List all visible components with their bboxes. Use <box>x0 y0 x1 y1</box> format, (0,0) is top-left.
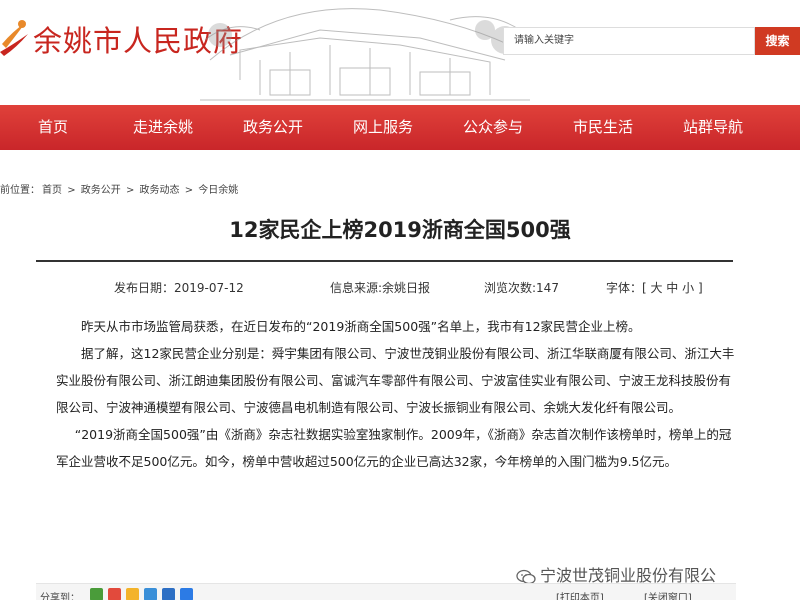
share-label: 分享到： <box>40 593 80 600</box>
nav-item-home[interactable]: 首页 <box>38 105 68 150</box>
share-qzone-icon[interactable] <box>126 588 139 600</box>
article-paragraph: 昨天从市市场监管局获悉，在近日发布的“2019浙商全国500强”名单上，我市有1… <box>81 319 641 334</box>
breadcrumb-item-news[interactable]: 政务动态 <box>140 185 180 196</box>
font-size-switcher[interactable]: 字体：[ 大 中 小 ] <box>606 279 703 296</box>
breadcrumb-separator: > <box>67 185 76 196</box>
nav-item-participation[interactable]: 公众参与 <box>463 105 523 150</box>
view-count: 浏览次数:147 <box>484 281 559 295</box>
nav-item-services[interactable]: 网上服务 <box>353 105 413 150</box>
nav-item-government[interactable]: 政务公开 <box>243 105 303 150</box>
article-title: 12家民企上榜2019浙商全国500强 <box>229 218 571 242</box>
close-window-link[interactable]: [关闭窗口] <box>644 589 692 600</box>
print-page-link[interactable]: [打印本页] <box>556 589 604 600</box>
share-renren-icon[interactable] <box>162 588 175 600</box>
breadcrumb-item-today[interactable]: 今日余姚 <box>198 185 238 196</box>
nav-item-about[interactable]: 走进余姚 <box>133 105 193 150</box>
breadcrumb-item-government[interactable]: 政务公开 <box>81 185 121 196</box>
share-wechat-icon[interactable] <box>90 588 103 600</box>
info-source: 信息来源:余姚日报 <box>330 281 431 295</box>
main-nav: 首页 走进余姚 政务公开 网上服务 公众参与 市民生活 站群导航 <box>0 105 800 150</box>
share-bar: 分享到： [打印本页] [关闭窗口] <box>36 583 736 600</box>
site-header: 余姚市人民政府 请输入关键字 搜索 <box>0 0 800 105</box>
nav-item-sitemap[interactable]: 站群导航 <box>683 105 743 150</box>
breadcrumb-item-home[interactable]: 首页 <box>42 185 62 196</box>
breadcrumb-separator: > <box>184 185 194 196</box>
article-body: 昨天从市市场监管局获悉，在近日发布的“2019浙商全国500强”名单上，我市有1… <box>56 313 736 475</box>
breadcrumb-separator: > <box>125 185 135 196</box>
nav-item-life[interactable]: 市民生活 <box>573 105 633 150</box>
search-input[interactable]: 请输入关键字 <box>503 27 755 55</box>
article-paragraph: 据了解，这12家民营企业分别是：舜宇集团有限公司、宁波世茂铜业股份有限公司、浙江… <box>56 346 735 415</box>
site-logo-icon <box>0 20 28 56</box>
share-more-icon[interactable] <box>180 588 193 600</box>
share-weibo-icon[interactable] <box>108 588 121 600</box>
search-button[interactable]: 搜索 <box>755 27 800 55</box>
article-paragraph: “2019浙商全国500强”由《浙商》杂志社数据实验室独家制作。2009年，《浙… <box>56 427 732 469</box>
header-building-illustration <box>200 8 530 101</box>
title-divider <box>36 260 733 262</box>
breadcrumb: 前位置： 首页 > 政务公开 > 政务动态 > 今日余姚 <box>0 181 240 196</box>
share-qq-icon[interactable] <box>144 588 157 600</box>
breadcrumb-label: 前位置： <box>0 185 40 196</box>
publish-date: 发布日期：2019-07-12 <box>114 281 244 295</box>
